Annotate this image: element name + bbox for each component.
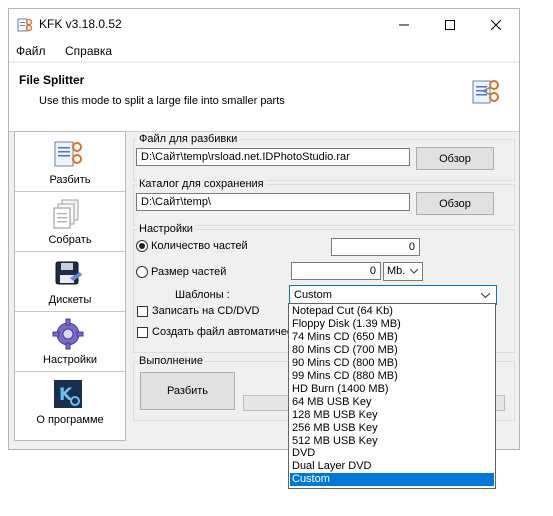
parts-count-label: Количество частей (151, 240, 248, 252)
sidebar-item-floppy[interactable]: Дискеты (15, 252, 125, 312)
join-icon (53, 199, 79, 229)
source-file-input[interactable]: D:\Сайт\temp\rsload.net.IDPhotoStudio.ra… (136, 148, 410, 166)
split-icon (472, 80, 499, 104)
parts-count-input[interactable]: 0 (331, 238, 420, 256)
template-option[interactable]: Dual Layer DVD (290, 460, 494, 473)
browse-source-button[interactable]: Обзор (416, 147, 494, 170)
part-size-input[interactable]: 0 (291, 262, 381, 280)
template-option[interactable]: 74 Mins CD (650 MB) (290, 331, 494, 344)
chevron-down-icon (410, 269, 418, 274)
template-option[interactable]: 64 MB USB Key (290, 396, 494, 409)
sidebar-item-label: Дискеты (48, 294, 92, 306)
sidebar: Разбить Собрать Дискеты Настройки K О пр… (14, 131, 126, 441)
template-option[interactable]: Notepad Cut (64 Kb) (290, 305, 494, 318)
browse-target-button[interactable]: Обзор (416, 192, 494, 215)
close-icon (491, 20, 501, 30)
menu-file[interactable]: Файл (16, 44, 46, 58)
mode-header: File Splitter Use this mode to split a l… (9, 63, 519, 132)
part-size-label: Размер частей (151, 266, 227, 278)
mode-title: File Splitter (19, 73, 85, 87)
template-option[interactable]: 99 Mins CD (880 MB) (290, 370, 494, 383)
template-option[interactable]: 80 Mins CD (700 MB) (290, 344, 494, 357)
auto-file-label: Создать файл автоматически (152, 326, 304, 338)
template-option[interactable]: 512 MB USB Key (290, 435, 494, 448)
minimize-button[interactable] (381, 9, 427, 41)
about-icon: K (54, 380, 82, 408)
sidebar-item-label: О программе (36, 414, 104, 426)
maximize-icon (445, 20, 455, 30)
window-title: KFK v3.18.0.52 (39, 17, 122, 31)
target-dir-label: Каталог для сохранения (137, 178, 266, 190)
settings-gear-icon (52, 318, 84, 350)
app-icon (17, 18, 33, 32)
source-file-label: Файл для разбивки (137, 133, 240, 145)
settings-label: Настройки (137, 223, 195, 235)
close-button[interactable] (473, 9, 519, 41)
mode-description: Use this mode to split a large file into… (39, 95, 285, 107)
chevron-down-icon (481, 293, 490, 298)
target-dir-input[interactable]: D:\Сайт\temp\ (136, 193, 410, 211)
auto-file-checkbox[interactable] (137, 327, 148, 338)
floppy-icon (55, 261, 82, 285)
unit-value: Mb. (387, 265, 406, 277)
sidebar-item-join[interactable]: Собрать (15, 192, 125, 252)
template-option[interactable]: HD Burn (1400 MB) (290, 383, 494, 396)
templates-label: Шаблоны : (175, 289, 230, 301)
template-option[interactable]: Floppy Disk (1.39 MB) (290, 318, 494, 331)
split-icon (54, 141, 82, 167)
template-selected-value: Custom (294, 289, 332, 301)
template-option[interactable]: 90 Mins CD (800 MB) (290, 357, 494, 370)
template-option[interactable]: 256 MB USB Key (290, 422, 494, 435)
sidebar-item-label: Собрать (48, 234, 92, 246)
template-select[interactable]: Custom (289, 285, 497, 305)
execution-label: Выполнение (137, 355, 206, 367)
sidebar-item-settings[interactable]: Настройки (15, 312, 125, 372)
template-dropdown-list: Notepad Cut (64 Kb) Floppy Disk (1.39 MB)… (288, 303, 496, 489)
minimize-icon (399, 24, 409, 26)
burn-cd-checkbox[interactable] (137, 306, 148, 317)
template-option[interactable]: Custom (290, 473, 494, 487)
unit-select[interactable]: Mb. (383, 262, 423, 281)
sidebar-item-label: Настройки (43, 354, 97, 366)
template-option[interactable]: DVD (290, 447, 494, 460)
part-size-radio[interactable] (136, 266, 148, 278)
maximize-button[interactable] (427, 9, 473, 41)
template-option[interactable]: 128 MB USB Key (290, 409, 494, 422)
title-bar[interactable]: KFK v3.18.0.52 (9, 9, 519, 41)
split-button[interactable]: Разбить (140, 372, 235, 410)
menu-bar: Файл Справка (9, 41, 519, 61)
menu-help[interactable]: Справка (65, 44, 112, 58)
sidebar-item-about[interactable]: K О программе (15, 372, 125, 431)
parts-count-radio[interactable] (136, 240, 148, 252)
sidebar-item-label: Разбить (49, 174, 91, 186)
burn-cd-label: Записать на CD/DVD (152, 305, 260, 317)
sidebar-item-split[interactable]: Разбить (15, 132, 125, 192)
